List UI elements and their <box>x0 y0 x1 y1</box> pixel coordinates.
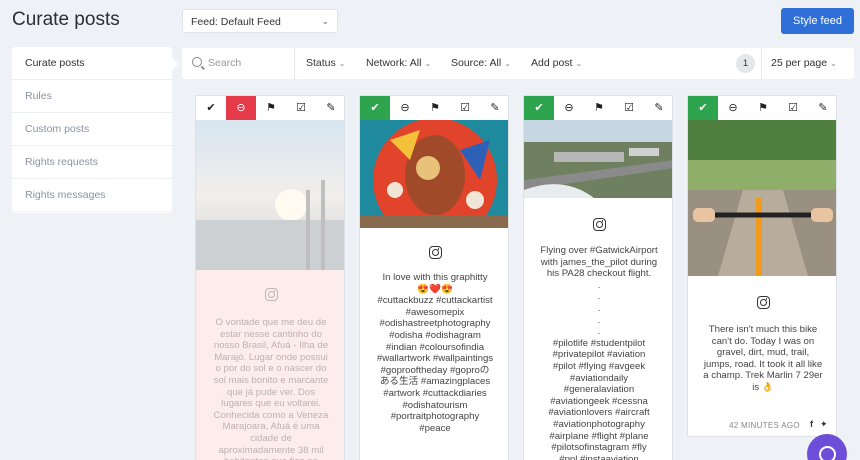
post-caption: In love with this graphitty 😍❤️😍 #cuttac… <box>376 272 494 434</box>
post-footer: 42 MINUTES AGO f ✦ <box>696 419 830 433</box>
status-filter-label: Status <box>306 57 336 69</box>
chevron-down-icon: ⌄ <box>830 59 837 68</box>
select-icon[interactable]: ☑ <box>614 96 644 120</box>
instagram-icon <box>592 218 606 231</box>
chevron-down-icon: ⌄ <box>504 59 511 68</box>
post-image <box>524 120 672 198</box>
twitter-icon[interactable]: ✦ <box>820 419 828 430</box>
divider <box>761 48 762 79</box>
reject-icon[interactable]: ⊖ <box>226 96 256 120</box>
post-toolbar: ✔ ⊖ ⚑ ☑ ✎ <box>524 96 672 120</box>
instagram-icon-wrap <box>196 288 344 306</box>
post-toolbar: ✔ ⊖ ⚑ ☑ ✎ <box>688 96 836 120</box>
edit-icon[interactable]: ✎ <box>644 96 672 120</box>
post-image <box>360 120 508 228</box>
post-card[interactable]: ✔ ⊖ ⚑ ☑ ✎ In love with this graphitty 😍❤… <box>359 95 509 460</box>
post-toolbar: ✔ ⊖ ⚑ ☑ ✎ <box>196 96 344 120</box>
pin-icon[interactable]: ⚑ <box>584 96 614 120</box>
source-filter[interactable]: Source: All ⌄ <box>451 57 511 69</box>
post-caption: Flying over #GatwickAirport with james_t… <box>540 245 658 460</box>
add-post-label: Add post <box>531 57 573 69</box>
pin-icon[interactable]: ⚑ <box>748 96 778 120</box>
feed-select-value: Feed: Default Feed <box>191 16 281 28</box>
select-icon[interactable]: ☑ <box>778 96 808 120</box>
chevron-down-icon: ⌄ <box>338 59 346 68</box>
page-number[interactable]: 1 <box>736 54 755 73</box>
post-timestamp: 42 MINUTES AGO <box>729 421 800 430</box>
instagram-icon-wrap <box>360 246 508 264</box>
instagram-icon <box>756 296 770 309</box>
approve-icon[interactable]: ✔ <box>524 96 554 120</box>
post-caption: There isn't much this bike can't do. Tod… <box>703 324 823 393</box>
chevron-down-icon: ⌄ <box>575 59 583 68</box>
chevron-down-icon: ⌄ <box>424 59 432 68</box>
select-icon[interactable]: ☑ <box>450 96 480 120</box>
instagram-icon <box>264 288 278 301</box>
approve-icon[interactable]: ✔ <box>688 96 718 120</box>
sidebar-item-curate-posts[interactable]: Curate posts <box>12 47 172 80</box>
post-card[interactable]: ✔ ⊖ ⚑ ☑ ✎ Flying over #GatwickAirport wi… <box>523 95 673 460</box>
network-filter-label: Network: All <box>366 57 422 69</box>
post-card[interactable]: ✔ ⊖ ⚑ ☑ ✎ There isn't much this bike can… <box>687 95 837 437</box>
approve-icon[interactable]: ✔ <box>360 96 390 120</box>
post-image <box>688 120 836 276</box>
status-filter[interactable]: Status ⌄ <box>306 57 345 69</box>
sidebar-item-rules[interactable]: Rules <box>12 80 172 113</box>
divider <box>294 48 295 79</box>
sidebar-item-custom-posts[interactable]: Custom posts <box>12 113 172 146</box>
post-caption: O vontade que me deu de estar nesse cant… <box>213 317 329 460</box>
post-toolbar: ✔ ⊖ ⚑ ☑ ✎ <box>360 96 508 120</box>
page-title: Curate posts <box>12 9 120 30</box>
search-input[interactable]: Search <box>192 57 241 69</box>
search-icon <box>192 57 202 67</box>
network-filter[interactable]: Network: All ⌄ <box>366 57 431 69</box>
active-indicator <box>171 57 178 71</box>
instagram-icon-wrap <box>524 218 672 236</box>
chevron-down-icon: ⌄ <box>321 16 329 26</box>
approve-icon[interactable]: ✔ <box>196 96 226 120</box>
post-card[interactable]: ✔ ⊖ ⚑ ☑ ✎ O vontade que me deu de estar … <box>195 95 345 460</box>
sidebar-item-rights-messages[interactable]: Rights messages <box>12 179 172 212</box>
instagram-icon <box>428 246 442 259</box>
post-image <box>196 120 344 270</box>
instagram-icon-wrap <box>688 296 836 314</box>
reject-icon[interactable]: ⊖ <box>718 96 748 120</box>
style-feed-button[interactable]: Style feed <box>781 8 854 34</box>
top-bar: Curate posts Feed: Default Feed ⌄ Style … <box>0 0 860 42</box>
chat-button[interactable] <box>807 434 847 460</box>
facebook-icon[interactable]: f <box>810 419 813 429</box>
pin-icon[interactable]: ⚑ <box>256 96 286 120</box>
search-placeholder: Search <box>208 57 242 69</box>
feed-select[interactable]: Feed: Default Feed ⌄ <box>182 9 338 33</box>
pin-icon[interactable]: ⚑ <box>420 96 450 120</box>
per-page-select[interactable]: 25 per page ⌄ <box>771 57 837 69</box>
edit-icon[interactable]: ✎ <box>808 96 836 120</box>
sidebar-nav: Curate posts Rules Custom posts Rights r… <box>12 47 178 213</box>
add-post-dropdown[interactable]: Add post ⌄ <box>531 57 582 69</box>
filter-bar: Search Status ⌄ Network: All ⌄ Source: All… <box>182 48 854 79</box>
source-filter-label: Source: All <box>451 57 502 69</box>
edit-icon[interactable]: ✎ <box>480 96 508 120</box>
sidebar-item-rights-requests[interactable]: Rights requests <box>12 146 172 179</box>
reject-icon[interactable]: ⊖ <box>554 96 584 120</box>
select-icon[interactable]: ☑ <box>286 96 316 120</box>
reject-icon[interactable]: ⊖ <box>390 96 420 120</box>
edit-icon[interactable]: ✎ <box>316 96 344 120</box>
per-page-label: 25 per page <box>771 57 828 69</box>
